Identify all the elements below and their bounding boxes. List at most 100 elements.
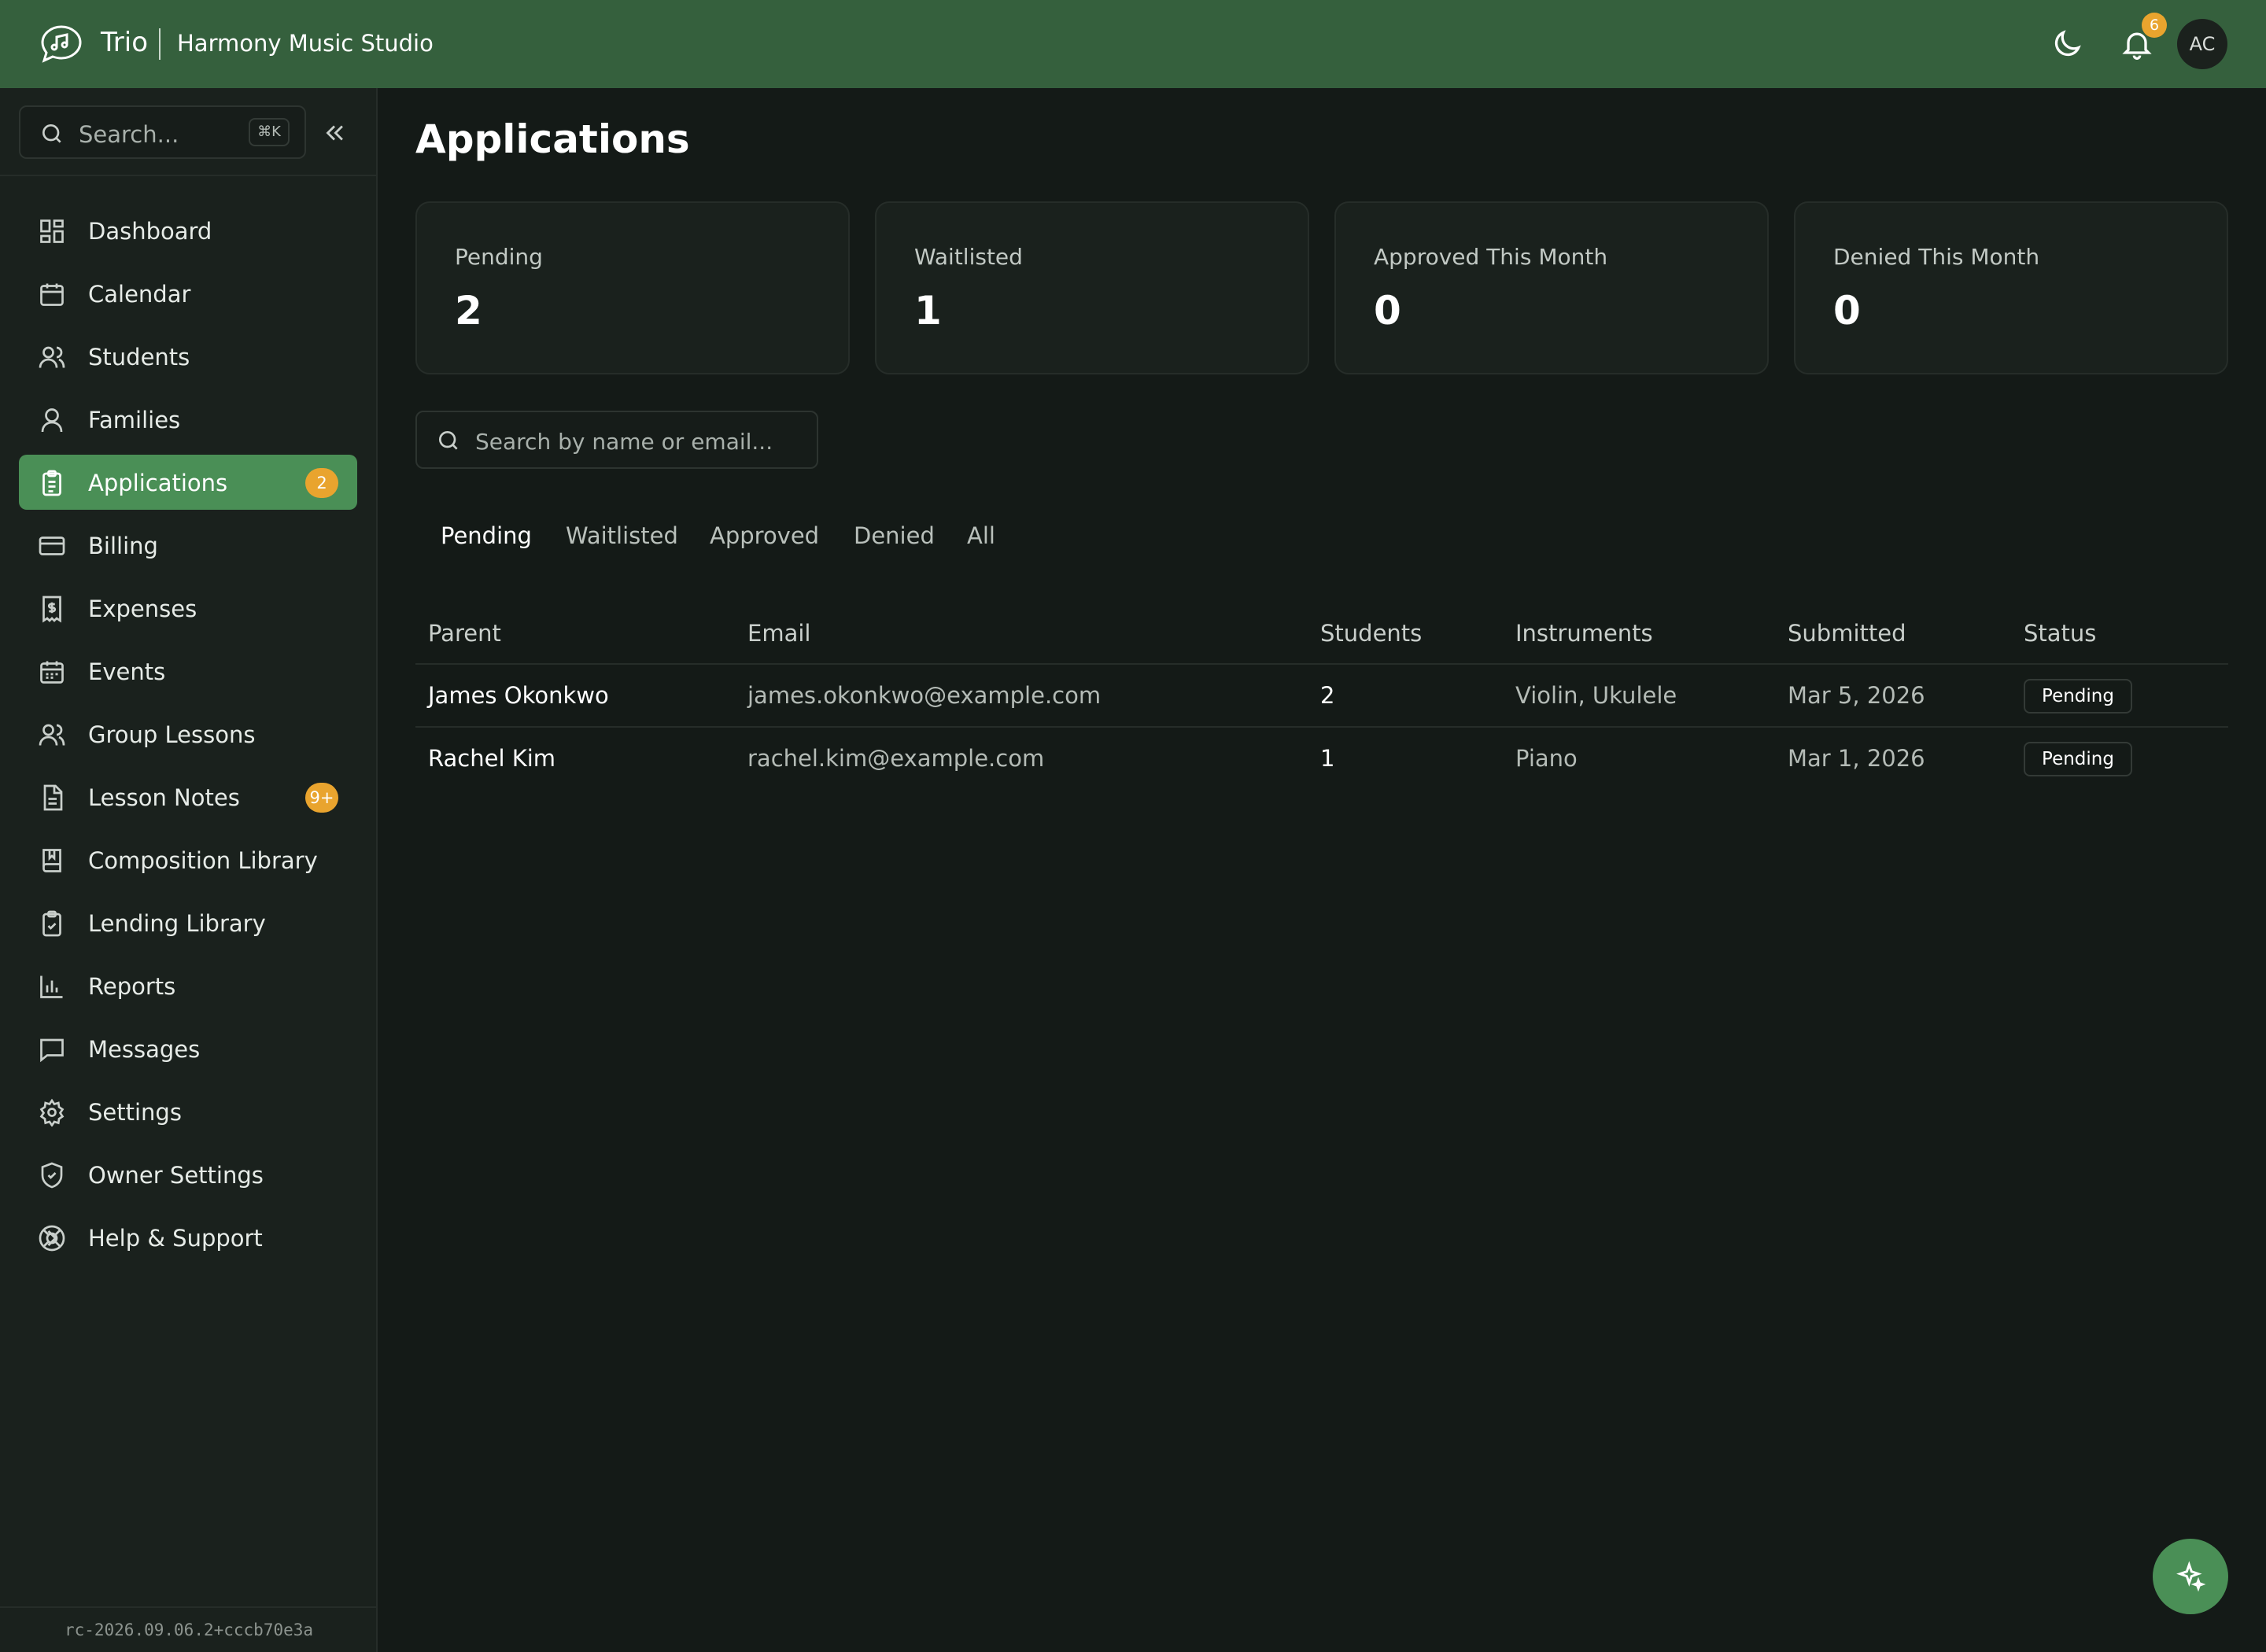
sidebar-item-label: Composition Library [88, 847, 318, 874]
person-icon [41, 408, 63, 433]
instruments: Violin, Ukulele [1515, 682, 1677, 709]
student-count: 1 [1320, 745, 1335, 772]
dashboard-icon [40, 219, 64, 243]
sidebar-divider [0, 175, 378, 176]
tab-all[interactable]: All [967, 522, 995, 549]
sidebar-item-calendar[interactable]: Calendar [19, 266, 357, 321]
search-icon [439, 431, 458, 450]
sidebar-item-label: Owner Settings [88, 1162, 264, 1189]
parent-name[interactable]: James Okonkwo [428, 682, 609, 709]
sidebar-item-label: Messages [88, 1036, 201, 1063]
brand-name[interactable]: Trio [101, 27, 148, 58]
sidebar-item-expenses[interactable]: Expenses [19, 581, 357, 636]
sidebar-item-label: Lesson Notes [88, 784, 240, 811]
sidebar-item-composition-library[interactable]: Composition Library [19, 832, 357, 887]
chat-music-logo-icon[interactable] [39, 24, 83, 65]
chevron-right-icon [47, 1230, 57, 1247]
sidebar-item-settings[interactable]: Settings [19, 1084, 357, 1139]
sidebar-item-label: Settings [88, 1099, 182, 1126]
parent-email: james.okonkwo@example.com [747, 682, 1102, 709]
sidebar-item-reports[interactable]: Reports [19, 958, 357, 1013]
stat-value: 0 [1374, 288, 1401, 334]
moon-icon[interactable] [2050, 27, 2084, 61]
student-count: 2 [1320, 682, 1335, 709]
calendar-grid-icon [40, 661, 64, 684]
gear-icon [39, 1098, 65, 1127]
sidebar-item-label: Applications [88, 470, 228, 496]
status-badge: Pending [2024, 742, 2132, 776]
lesson-notes-count-badge: 9+ [305, 783, 338, 813]
sidebar-item-applications[interactable]: Applications 2 [19, 455, 357, 510]
clipboard-check-icon [42, 910, 61, 937]
sidebar-item-help-support[interactable]: Help & Support [19, 1210, 357, 1265]
stat-card-pending: Pending 2 [415, 201, 850, 374]
brand-divider [159, 28, 161, 60]
sidebar-item-dashboard[interactable]: Dashboard [19, 203, 357, 258]
ai-assistant-button[interactable] [2153, 1539, 2228, 1614]
sidebar: Search... ⌘K Dashboard Calendar Students [0, 88, 378, 1652]
sidebar-item-families[interactable]: Families [19, 392, 357, 447]
search-icon [42, 124, 61, 143]
parent-email: rachel.kim@example.com [747, 745, 1045, 772]
stat-value: 0 [1833, 288, 1861, 334]
sidebar-item-lending-library[interactable]: Lending Library [19, 895, 357, 950]
clipboard-icon [42, 470, 61, 496]
sidebar-item-events[interactable]: Events [19, 643, 357, 699]
sidebar-item-label: Events [88, 658, 166, 685]
book-icon [42, 849, 61, 872]
sidebar-item-label: Billing [88, 533, 158, 559]
sidebar-item-label: Students [88, 344, 190, 371]
status-badge: Pending [2024, 679, 2132, 714]
bar-chart-icon [40, 975, 63, 998]
instruments: Piano [1515, 745, 1578, 772]
collapse-sidebar-icon[interactable] [321, 120, 348, 146]
stat-label: Denied This Month [1833, 244, 2040, 270]
avatar[interactable]: AC [2177, 19, 2227, 69]
table-row-divider [415, 726, 2228, 728]
sidebar-search-input[interactable]: Search... ⌘K [19, 105, 306, 159]
applications-search-input[interactable]: Search by name or email... [415, 411, 818, 469]
column-header-submitted[interactable]: Submitted [1788, 620, 1906, 647]
sidebar-item-lesson-notes[interactable]: Lesson Notes 9+ [19, 769, 357, 824]
applications-count-badge: 2 [305, 468, 338, 498]
top-header: Trio Harmony Music Studio 6 AC [0, 0, 2266, 88]
sidebar-item-billing[interactable]: Billing [19, 518, 357, 573]
column-header-instruments[interactable]: Instruments [1515, 620, 1653, 647]
page-title: Applications [415, 116, 690, 162]
stat-label: Pending [455, 244, 543, 270]
studio-name: Harmony Music Studio [177, 30, 434, 57]
submitted-date: Mar 1, 2026 [1788, 745, 1925, 772]
calendar-icon [40, 283, 64, 306]
sidebar-item-group-lessons[interactable]: Group Lessons [19, 706, 357, 761]
tab-approved[interactable]: Approved [710, 522, 819, 549]
column-header-email[interactable]: Email [747, 620, 810, 647]
students-icon [39, 346, 65, 368]
table-header-divider [415, 663, 2228, 665]
sidebar-item-students[interactable]: Students [19, 329, 357, 384]
sidebar-item-label: Dashboard [88, 218, 212, 245]
sidebar-item-label: Group Lessons [88, 721, 256, 748]
notification-count-badge: 6 [2142, 13, 2167, 38]
sidebar-item-messages[interactable]: Messages [19, 1021, 357, 1076]
receipt-icon [42, 596, 61, 623]
stat-card-denied-this-month: Denied This Month 0 [1794, 201, 2228, 374]
parent-name[interactable]: Rachel Kim [428, 745, 555, 772]
column-header-status[interactable]: Status [2024, 620, 2096, 647]
stat-label: Approved This Month [1374, 244, 1608, 270]
search-placeholder: Search by name or email... [475, 429, 773, 455]
sidebar-item-label: Help & Support [88, 1225, 263, 1252]
column-header-parent[interactable]: Parent [428, 620, 501, 647]
submitted-date: Mar 5, 2026 [1788, 682, 1925, 709]
tab-waitlisted[interactable]: Waitlisted [566, 522, 678, 549]
sidebar-nav: Dashboard Calendar Students Families App… [19, 203, 357, 1273]
stat-card-waitlisted: Waitlisted 1 [875, 201, 1309, 374]
tab-pending[interactable]: Pending [441, 522, 532, 549]
search-shortcut-hint: ⌘K [249, 118, 290, 146]
sparkle-icon [2176, 1561, 2206, 1592]
sidebar-item-label: Calendar [88, 281, 191, 308]
sidebar-search-placeholder: Search... [79, 121, 179, 148]
tab-denied[interactable]: Denied [854, 522, 935, 549]
column-header-students[interactable]: Students [1320, 620, 1422, 647]
stat-card-approved-this-month: Approved This Month 0 [1334, 201, 1769, 374]
sidebar-item-owner-settings[interactable]: Owner Settings [19, 1147, 357, 1202]
